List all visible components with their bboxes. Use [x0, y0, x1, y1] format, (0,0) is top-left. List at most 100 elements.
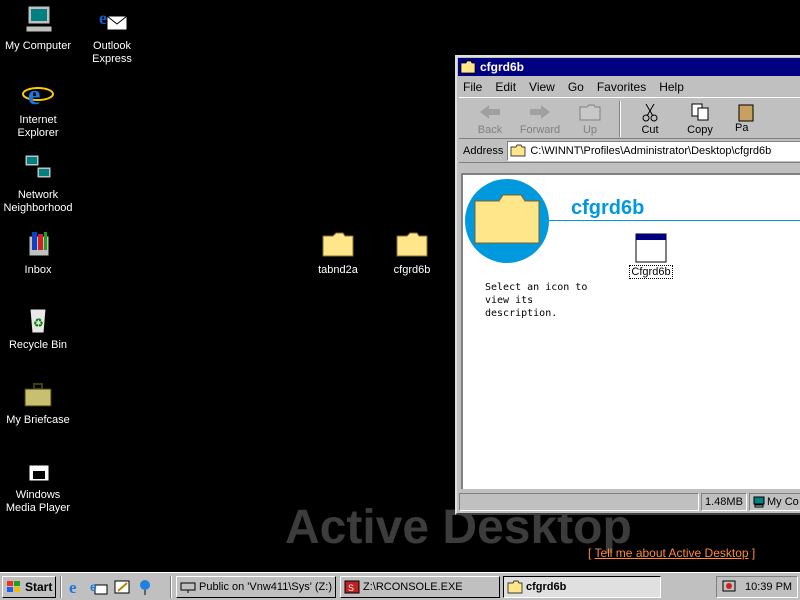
- link-bracket-open: [: [588, 546, 592, 560]
- desktop-icon-my-computer[interactable]: My Computer: [0, 4, 76, 53]
- task-label: Public on 'Vnw411\Sys' (Z:): [199, 581, 332, 593]
- folder-heading: cfgrd6b: [571, 197, 645, 219]
- scissors-icon: [642, 103, 658, 122]
- folder-icon: [322, 232, 354, 257]
- start-button[interactable]: Start: [2, 576, 56, 598]
- folder-view[interactable]: cfgrd6b Select an icon to view its descr…: [461, 173, 800, 489]
- channels-icon[interactable]: [135, 577, 155, 597]
- folder-icon: [460, 60, 476, 74]
- desktop-icon-label: Windows Media Player: [5, 489, 71, 514]
- back-arrow-icon: [480, 105, 500, 119]
- address-input[interactable]: C:\WINNT\Profiles\Administrator\Desktop\…: [507, 140, 800, 161]
- show-desktop-icon[interactable]: [112, 577, 132, 597]
- folder-banner-circle: [465, 179, 549, 263]
- application-window-icon: [635, 233, 667, 263]
- copy-icon: [691, 103, 709, 121]
- copy-button[interactable]: Copy: [673, 98, 727, 136]
- task-cfgrd6b[interactable]: cfgrd6b: [503, 576, 661, 598]
- toolbar-separator: [619, 101, 621, 137]
- desktop-icon-tabnd2a[interactable]: tabnd2a: [300, 228, 376, 277]
- address-value: C:\WINNT\Profiles\Administrator\Desktop\…: [530, 144, 772, 157]
- paste-button[interactable]: Pa: [727, 98, 757, 134]
- cut-button[interactable]: Cut: [627, 98, 673, 136]
- copy-label: Copy: [687, 124, 713, 136]
- recycle-bin-icon: ♻: [29, 308, 47, 334]
- network-status-icon[interactable]: [721, 579, 737, 595]
- svg-text:e: e: [28, 80, 40, 110]
- network-drive-icon: [180, 582, 196, 593]
- console-icon: S: [344, 580, 360, 594]
- computer-icon: [753, 496, 765, 508]
- description-text: Select an icon to view its description.: [485, 282, 588, 319]
- desktop-icon-network-neighborhood[interactable]: Network Neighborhood: [0, 153, 76, 215]
- task-rconsole[interactable]: S Z:\RCONSOLE.EXE: [340, 576, 500, 598]
- taskbar: Start e e Public on 'Vnw411\Sys' (Z:) S …: [0, 572, 800, 600]
- taskbar-separator: [170, 576, 172, 598]
- desktop-icon-label: Inbox: [24, 264, 52, 276]
- internet-explorer-icon[interactable]: e: [66, 577, 86, 597]
- my-computer-icon: [25, 5, 53, 33]
- desktop-icon-label: Outlook Express: [92, 40, 132, 65]
- window-title: cfgrd6b: [480, 60, 525, 74]
- desktop-icon-outlook-express[interactable]: e Outlook Express: [74, 4, 150, 66]
- forward-button[interactable]: Forward: [513, 98, 567, 136]
- large-folder-icon: [474, 194, 540, 244]
- file-label: Cfgrd6b: [629, 265, 673, 279]
- taskbar-separator: [60, 576, 62, 598]
- menu-favorites[interactable]: Favorites: [597, 80, 646, 94]
- task-label: cfgrd6b: [526, 581, 567, 593]
- file-item-cfgrd6b[interactable]: Cfgrd6b: [629, 233, 673, 279]
- toolbar: Back Forward Up Cut Copy Pa: [459, 97, 800, 139]
- desktop-icon-label: Internet Explorer: [17, 114, 59, 139]
- task-label: Z:\RCONSOLE.EXE: [363, 581, 463, 593]
- folder-icon: [396, 232, 428, 257]
- desktop-icon-inbox[interactable]: Inbox: [0, 228, 76, 277]
- media-player-icon: [28, 455, 50, 482]
- heading-divider: [549, 220, 800, 221]
- paste-icon: [738, 104, 754, 122]
- menu-bar: File Edit View Go Favorites Help: [457, 77, 800, 97]
- menu-go[interactable]: Go: [568, 80, 584, 94]
- window-title-bar[interactable]: cfgrd6b: [458, 58, 800, 76]
- desktop-icon-my-briefcase[interactable]: My Briefcase: [0, 378, 76, 427]
- address-label: Address: [463, 144, 504, 157]
- address-bar: Address C:\WINNT\Profiles\Administrator\…: [459, 139, 800, 163]
- network-neighborhood-icon: [24, 154, 52, 182]
- windows-logo-icon: [7, 581, 20, 592]
- desktop-icon-label: My Computer: [4, 40, 72, 52]
- desktop-icon-recycle-bin[interactable]: ♻ Recycle Bin: [0, 303, 76, 352]
- desktop-icon-internet-explorer[interactable]: e Internet Explorer: [0, 78, 76, 140]
- link-bracket-close: ]: [751, 546, 756, 560]
- outlook-express-icon[interactable]: e: [89, 577, 109, 597]
- status-location: My Co: [749, 493, 800, 511]
- link-text[interactable]: Tell me about Active Desktop: [594, 546, 748, 560]
- task-public-on-vnw411[interactable]: Public on 'Vnw411\Sys' (Z:): [176, 576, 336, 598]
- desktop-icon-windows-media-player[interactable]: Windows Media Player: [0, 453, 76, 515]
- folder-icon: [511, 144, 526, 157]
- desktop-icon-label: Network Neighborhood: [3, 189, 73, 214]
- desktop-icon-label: cfgrd6b: [393, 264, 431, 276]
- start-label: Start: [25, 580, 53, 594]
- forward-label: Forward: [519, 124, 561, 136]
- clock[interactable]: 10:39 PM: [745, 581, 792, 593]
- menu-help[interactable]: Help: [659, 80, 684, 94]
- desktop-icon-label: Recycle Bin: [8, 339, 68, 351]
- up-folder-icon: [579, 104, 601, 121]
- cut-label: Cut: [641, 124, 659, 136]
- up-button[interactable]: Up: [567, 98, 613, 136]
- up-label: Up: [582, 124, 598, 136]
- status-spacer: [459, 493, 699, 511]
- status-size: 1.48MB: [701, 493, 747, 511]
- menu-file[interactable]: File: [463, 80, 482, 94]
- forward-arrow-icon: [530, 105, 550, 119]
- briefcase-icon: [24, 383, 52, 407]
- back-button[interactable]: Back: [467, 98, 513, 136]
- desktop-icon-label: tabnd2a: [318, 264, 358, 276]
- menu-edit[interactable]: Edit: [495, 80, 516, 94]
- active-desktop-link[interactable]: [ Tell me about Active Desktop ]: [588, 546, 755, 560]
- inbox-icon: [28, 232, 50, 257]
- menu-view[interactable]: View: [529, 80, 555, 94]
- desktop-icon-cfgrd6b[interactable]: cfgrd6b: [374, 228, 450, 277]
- svg-text:e: e: [99, 8, 107, 28]
- svg-text:e: e: [69, 578, 77, 597]
